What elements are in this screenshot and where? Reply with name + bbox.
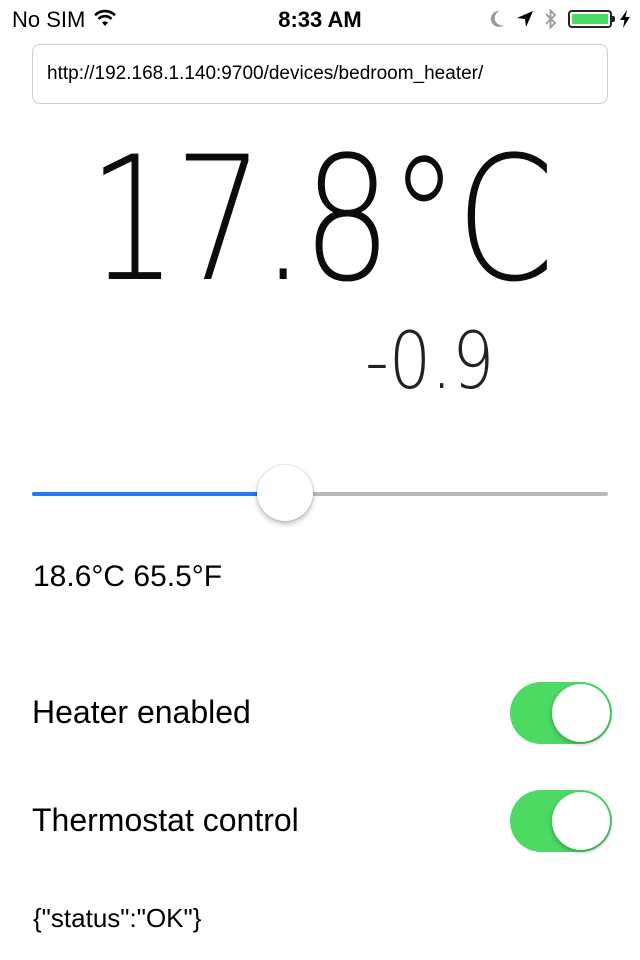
heater-enabled-label: Heater enabled xyxy=(32,694,251,730)
current-temperature-value: 17.8°C xyxy=(88,119,555,320)
toggle-knob xyxy=(552,684,610,742)
setpoint-slider[interactable] xyxy=(32,465,608,521)
location-arrow-icon xyxy=(516,10,534,28)
battery-fill xyxy=(572,14,608,24)
slider-fill xyxy=(32,492,286,496)
status-bar: No SIM 8:33 AM xyxy=(0,0,640,40)
thermostat-control-label: Thermostat control xyxy=(32,802,299,838)
bluetooth-icon xyxy=(544,8,558,30)
thermostat-control-toggle[interactable] xyxy=(510,790,612,852)
battery-icon xyxy=(568,10,615,28)
temperature-delta: -0.9 xyxy=(365,322,517,402)
current-temperature: 17.8°C xyxy=(0,119,640,320)
status-icons xyxy=(478,8,630,30)
heater-enabled-toggle[interactable] xyxy=(510,682,612,744)
url-input[interactable]: http://192.168.1.140:9700/devices/bedroo… xyxy=(32,44,608,104)
temperature-delta-value: -0.9 xyxy=(365,317,495,407)
toggle-knob xyxy=(552,792,610,850)
charging-bolt-icon xyxy=(620,10,630,28)
slider-thumb[interactable] xyxy=(257,465,314,521)
response-status: {"status":"OK"} xyxy=(33,903,202,933)
moon-icon xyxy=(488,9,506,29)
setpoint-readout: 18.6°C 65.5°F xyxy=(33,560,223,593)
